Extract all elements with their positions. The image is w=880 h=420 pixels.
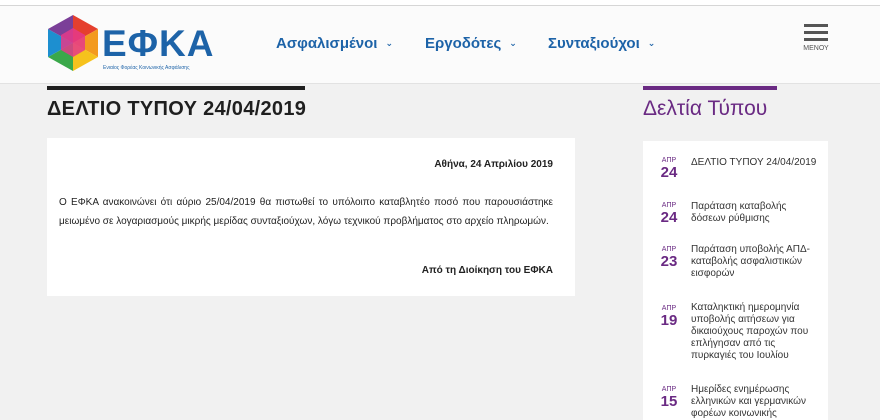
nav-item-pensioners[interactable]: Συνταξιούχοι ⌄ — [548, 35, 655, 52]
logo-wordmark: ΕΦΚΑ — [102, 23, 215, 64]
item-title-link[interactable]: Ημερίδες ενημέρωσης ελληνικών και γερμαν… — [691, 384, 819, 420]
list-item[interactable]: ΑΠΡ 15 Ημερίδες ενημέρωσης ελληνικών και… — [643, 384, 828, 420]
sidebar-rule — [643, 86, 777, 90]
item-title-link[interactable]: Παράταση καταβολής δόσεων ρύθμισης — [691, 201, 819, 225]
press-release-card: Αθήνα, 24 Απριλίου 2019 Ο ΕΦΚΑ ανακοινών… — [47, 138, 575, 296]
item-title-link[interactable]: ΔΕΛΤΙΟ ΤΥΠΟΥ 24/04/2019 — [691, 157, 819, 169]
item-day: 24 — [660, 209, 678, 226]
nav-item-employers[interactable]: Εργοδότες ⌄ — [425, 35, 517, 52]
nav-item-label: Συνταξιούχοι — [548, 35, 640, 52]
nav-item-label: Ασφαλισμένοι — [276, 35, 378, 52]
chevron-down-icon: ⌄ — [509, 38, 517, 48]
item-day: 19 — [660, 312, 678, 329]
nav-item-insured[interactable]: Ασφαλισμένοι ⌄ — [276, 35, 393, 52]
release-body: Ο ΕΦΚΑ ανακοινώνει ότι αύριο 25/04/2019 … — [59, 197, 553, 227]
item-month: ΑΠΡ — [661, 386, 677, 393]
release-date: Αθήνα, 24 Απριλίου 2019 — [434, 159, 553, 170]
press-release-list: ΑΠΡ 24 ΔΕΛΤΙΟ ΤΥΠΟΥ 24/04/2019 ΑΠΡ 24 Πα… — [643, 141, 828, 420]
item-day: 23 — [660, 253, 678, 270]
item-month: ΑΠΡ — [661, 202, 677, 209]
item-month: ΑΠΡ — [661, 305, 677, 312]
nav-item-label: Εργοδότες — [425, 35, 502, 52]
list-item[interactable]: ΑΠΡ 19 Καταληκτική ημερομηνία υποβολής α… — [643, 302, 828, 369]
release-signature: Από τη Διοίκηση του ΕΦΚΑ — [421, 265, 553, 276]
logo-tagline: Ενιαίος Φορέας Κοινωνικής Ασφάλισης — [103, 65, 190, 71]
logo-hexagon-icon — [48, 15, 98, 71]
item-title-link[interactable]: Καταληκτική ημερομηνία υποβολής αιτήσεων… — [691, 302, 819, 362]
menu-button[interactable]: ΜΕΝΟΥ — [800, 24, 832, 64]
item-day: 15 — [660, 393, 678, 410]
sidebar-title: Δελτία Τύπου — [643, 97, 768, 120]
chevron-down-icon: ⌄ — [647, 38, 656, 48]
efka-logo[interactable]: ΕΦΚΑ Ενιαίος Φορέας Κοινωνικής Ασφάλισης — [46, 14, 216, 76]
list-item[interactable]: ΑΠΡ 24 ΔΕΛΤΙΟ ΤΥΠΟΥ 24/04/2019 — [643, 155, 828, 195]
chevron-down-icon: ⌄ — [385, 38, 393, 48]
item-month: ΑΠΡ — [661, 246, 677, 253]
list-item[interactable]: ΑΠΡ 24 Παράταση καταβολής δόσεων ρύθμιση… — [643, 200, 828, 240]
hamburger-icon — [800, 24, 832, 41]
site-header: ΕΦΚΑ Ενιαίος Φορέας Κοινωνικής Ασφάλισης… — [0, 6, 880, 84]
page-title: ΔΕΛΤΙΟ ΤΥΠΟΥ 24/04/2019 — [47, 98, 307, 120]
item-month: ΑΠΡ — [661, 157, 677, 164]
list-item[interactable]: ΑΠΡ 23 Παράταση υποβολής ΑΠΔ-καταβολής α… — [643, 244, 828, 288]
menu-label: ΜΕΝΟΥ — [803, 45, 829, 52]
item-day: 24 — [660, 164, 678, 181]
title-rule — [47, 86, 305, 90]
item-title-link[interactable]: Παράταση υποβολής ΑΠΔ-καταβολής ασφαλιστ… — [691, 244, 819, 280]
